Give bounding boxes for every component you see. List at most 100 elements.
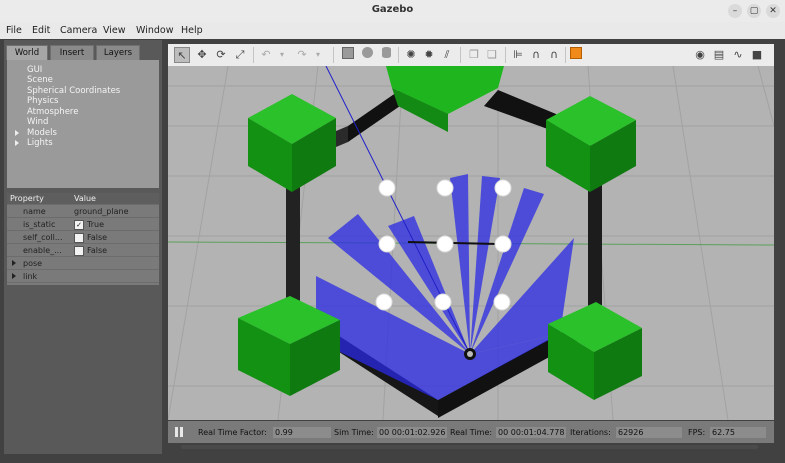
tab-layers[interactable]: Layers (96, 45, 140, 60)
checkbox-icon[interactable] (74, 233, 84, 243)
tab-world[interactable]: World (6, 45, 48, 60)
translate-mode-icon[interactable]: ✥ (194, 47, 210, 63)
world-tree: GUI Scene Spherical Coordinates Physics … (7, 60, 159, 188)
tree-item-lights[interactable]: Lights (27, 138, 53, 148)
real-time-label: Real Time: (450, 428, 493, 437)
tree-item-gui[interactable]: GUI (27, 65, 42, 75)
lidar-sensor-icon (467, 351, 473, 357)
spot-light-icon[interactable]: ✹ (421, 47, 437, 63)
prop-row-enable-wind[interactable]: enable_... False (7, 245, 159, 257)
prop-row-link[interactable]: link (7, 271, 159, 283)
green-box-top[interactable] (386, 66, 504, 132)
magnet-icon[interactable]: ∩ (546, 47, 562, 63)
undo-dropdown-icon[interactable]: ▾ (274, 47, 290, 63)
directional-light-icon[interactable]: ⫽ (439, 47, 455, 63)
tree-item-physics[interactable]: Physics (27, 96, 58, 106)
minimize-icon[interactable]: – (728, 4, 742, 18)
plot-icon[interactable]: ∿ (730, 47, 746, 63)
tree-item-atmosphere[interactable]: Atmosphere (27, 107, 78, 117)
prop-value: True (87, 220, 104, 229)
menu-camera[interactable]: Camera (60, 25, 97, 36)
prop-row-is-static[interactable]: is_static ✓ True (7, 219, 159, 231)
value-col-label: Value (74, 194, 96, 203)
sim-time-value: 00 00:01:02.926 (377, 427, 447, 438)
prop-key: link (23, 272, 38, 281)
toolbar-separator (333, 47, 334, 63)
menu-bar: File Edit Camera View Window Help (0, 22, 785, 39)
toolbar-separator (460, 47, 461, 63)
rtf-label: Real Time Factor: (198, 428, 267, 437)
prop-key: name (23, 207, 46, 216)
scene-viewport[interactable] (168, 66, 774, 420)
rotate-mode-icon[interactable]: ⟳ (213, 47, 229, 63)
gazebo-window: Gazebo – ▢ ✕ File Edit Camera View Windo… (0, 0, 785, 463)
expand-link-icon[interactable] (12, 273, 16, 279)
fps-label: FPS: (688, 428, 706, 437)
panel-tabs: World Insert Layers (4, 45, 162, 60)
menu-file[interactable]: File (6, 25, 22, 36)
toolbar-separator (253, 47, 254, 63)
tree-item-spherical[interactable]: Spherical Coordinates (27, 86, 120, 96)
prop-row-self-collide[interactable]: self_coll... False (7, 232, 159, 244)
toolbar: ↖ ✥ ⟳ ⤢ ↶ ▾ ↷ ▾ ✺ ✹ ⫽ ❐ ❏ ⊫ ∩ ∩ ◉ ▤ ∿ ■ (168, 44, 774, 67)
prop-value: False (87, 233, 108, 242)
rtf-value: 0.99 (273, 427, 331, 438)
expand-pose-icon[interactable] (12, 260, 16, 266)
scene-render[interactable] (168, 66, 774, 420)
align-icon[interactable]: ⊫ (510, 47, 526, 63)
maximize-icon[interactable]: ▢ (747, 4, 761, 18)
toolbar-separator (565, 47, 566, 63)
undo-icon[interactable]: ↶ (258, 47, 274, 63)
select-mode-icon[interactable]: ↖ (174, 47, 190, 63)
checkbox-checked-icon[interactable]: ✓ (74, 220, 84, 230)
video-record-icon[interactable]: ■ (749, 47, 765, 63)
cylinder-shape-icon[interactable] (378, 47, 394, 63)
paste-icon[interactable]: ❏ (484, 47, 500, 63)
prop-row-name[interactable]: name ground_plane (7, 206, 159, 218)
iterations-value: 62926 (616, 427, 682, 438)
screenshot-icon[interactable]: ◉ (692, 47, 708, 63)
horizontal-scrollbar[interactable] (181, 445, 758, 449)
status-bar: Real Time Factor: 0.99 Sim Time: 00 00:0… (168, 421, 774, 443)
menu-help[interactable]: Help (181, 25, 203, 36)
property-col-label: Property (10, 194, 44, 203)
menu-view[interactable]: View (103, 25, 126, 36)
title-bar: Gazebo – ▢ ✕ (0, 0, 785, 23)
iterations-label: Iterations: (570, 428, 611, 437)
real-time-value: 00 00:01:04.778 (496, 427, 566, 438)
close-icon[interactable]: ✕ (766, 4, 780, 18)
sim-time-label: Sim Time: (334, 428, 374, 437)
change-view-icon[interactable] (568, 47, 584, 63)
menu-edit[interactable]: Edit (32, 25, 50, 36)
fps-value: 62.75 (710, 427, 766, 438)
pause-icon[interactable] (173, 426, 185, 438)
tab-insert[interactable]: Insert (50, 45, 94, 60)
scale-mode-icon[interactable]: ⤢ (232, 47, 248, 63)
redo-icon[interactable]: ↷ (294, 47, 310, 63)
checkbox-icon[interactable] (74, 246, 84, 256)
menu-window[interactable]: Window (136, 25, 173, 36)
sphere-shape-icon[interactable] (359, 47, 375, 63)
toolbar-separator (398, 47, 399, 63)
tree-item-wind[interactable]: Wind (27, 117, 48, 127)
property-header: Property Value (7, 193, 159, 205)
laser-scan (316, 174, 574, 400)
tree-item-models[interactable]: Models (27, 128, 57, 138)
tree-item-scene[interactable]: Scene (27, 75, 53, 85)
prop-row-pose[interactable]: pose (7, 258, 159, 270)
box-shape-icon[interactable] (340, 47, 356, 63)
prop-key: enable_... (23, 246, 62, 255)
green-box-top-left[interactable] (248, 94, 336, 192)
window-title: Gazebo (371, 4, 414, 15)
snap-icon[interactable]: ∩ (528, 47, 544, 63)
property-table: Property Value name ground_plane is_stat… (7, 193, 159, 285)
redo-dropdown-icon[interactable]: ▾ (310, 47, 326, 63)
expand-models-icon[interactable] (15, 130, 19, 136)
prop-key: pose (23, 259, 43, 268)
log-icon[interactable]: ▤ (711, 47, 727, 63)
expand-lights-icon[interactable] (15, 140, 19, 146)
copy-icon[interactable]: ❐ (466, 47, 482, 63)
green-box-top-right[interactable] (546, 96, 636, 192)
prop-key: is_static (23, 220, 56, 229)
point-light-icon[interactable]: ✺ (403, 47, 419, 63)
